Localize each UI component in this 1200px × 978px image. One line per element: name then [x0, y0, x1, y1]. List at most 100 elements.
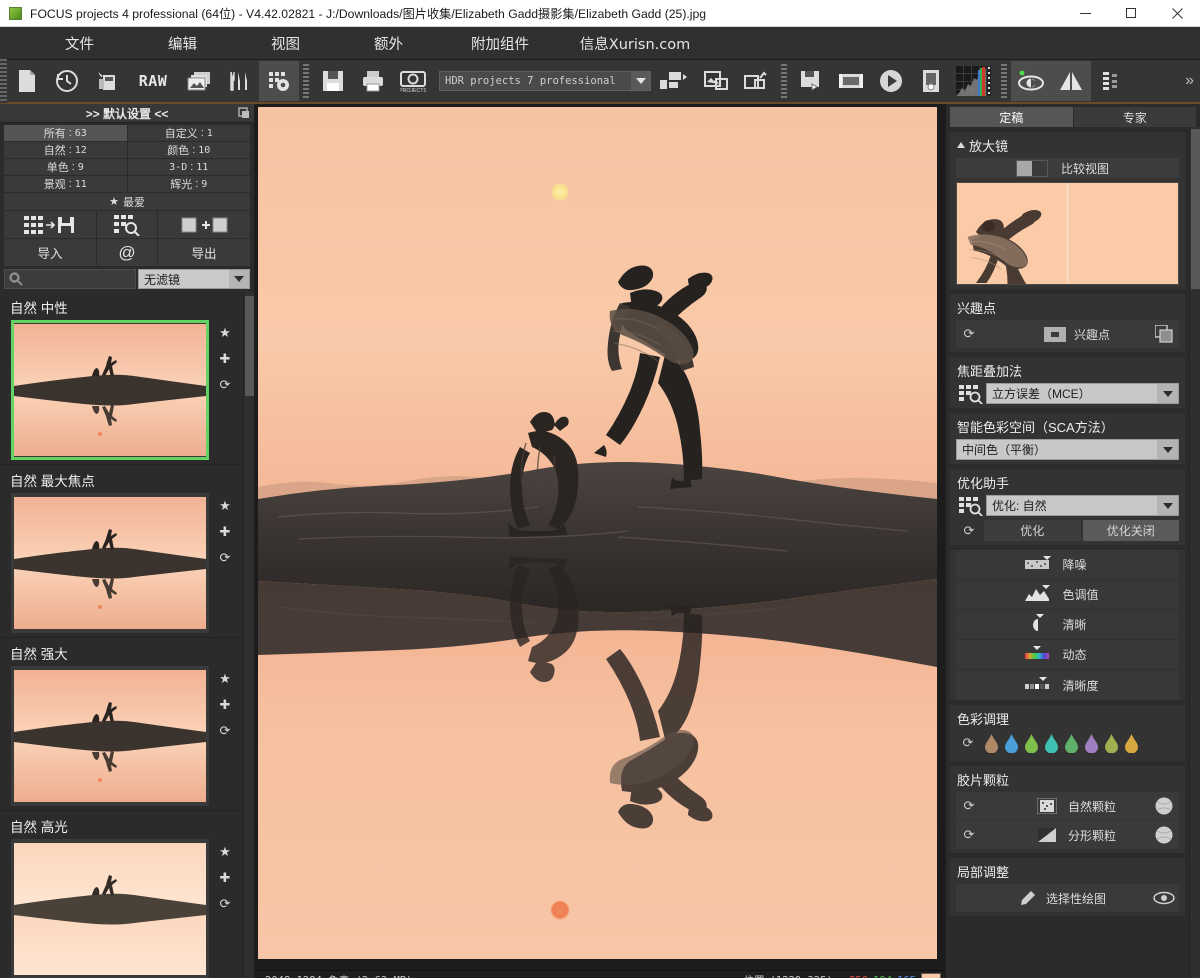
color-drop-7[interactable] — [1103, 733, 1120, 754]
settings-scrollbar[interactable] — [1189, 127, 1200, 978]
raw-button[interactable]: RAW — [127, 61, 179, 101]
menu-extras[interactable]: 额外 — [337, 33, 440, 54]
search-input[interactable] — [4, 269, 136, 289]
batch-dots-button[interactable] — [1091, 61, 1131, 101]
brush-pointer-icon[interactable] — [1014, 889, 1040, 907]
preset-item[interactable]: 自然 强大 ★ ✚ ⟳ — [0, 638, 243, 811]
category-nature[interactable]: 自然: 12 — [4, 142, 127, 158]
refresh-preset-icon[interactable]: ⟳ — [217, 895, 234, 912]
settings-grid-button[interactable] — [259, 61, 299, 101]
magnifier-preview[interactable] — [956, 182, 1179, 285]
preset-thumbnail[interactable] — [11, 666, 209, 806]
preset-thumbnail[interactable] — [11, 320, 209, 460]
preset-item[interactable]: 自然 最大焦点 ★ ✚ ⟳ — [0, 465, 243, 638]
favorite-star-icon[interactable]: ★ — [217, 670, 234, 687]
image-stack-button[interactable] — [179, 61, 219, 101]
focus-stacking-select[interactable]: 立方误差（MCE） — [986, 383, 1179, 404]
favorite-star-icon[interactable]: ★ — [217, 843, 234, 860]
chevron-down-icon[interactable] — [1157, 496, 1178, 515]
preset-thumbnail[interactable] — [11, 839, 209, 978]
duplicate-images-button[interactable] — [697, 61, 737, 101]
import-button[interactable]: 导入 — [4, 239, 96, 266]
history-button[interactable] — [47, 61, 87, 101]
main-photo[interactable] — [258, 107, 937, 959]
reset-icon[interactable]: ⟳ — [956, 735, 980, 751]
color-drop-5[interactable] — [1063, 733, 1080, 754]
combine-presets-button[interactable] — [158, 211, 250, 238]
fractal-grain-row[interactable]: ⟳ 分形颗粒 — [956, 821, 1179, 849]
refresh-preset-icon[interactable]: ⟳ — [217, 376, 234, 393]
favorites-button[interactable]: ★ 最爱 — [4, 193, 250, 210]
effect-tonal-value[interactable]: 色调值 — [956, 580, 1179, 610]
poi-row[interactable]: ⟳ 兴趣点 — [956, 320, 1179, 348]
print-button[interactable] — [353, 61, 393, 101]
add-preset-icon[interactable]: ✚ — [217, 350, 234, 367]
tools-button[interactable] — [219, 61, 259, 101]
effect-denoise[interactable]: 降噪 — [956, 550, 1179, 580]
reset-icon[interactable]: ⟳ — [956, 792, 982, 820]
save-as-button[interactable] — [791, 61, 831, 101]
certificate-button[interactable] — [911, 61, 951, 101]
color-drop-1[interactable] — [983, 733, 1000, 754]
export-button[interactable]: 导出 — [158, 239, 250, 266]
selective-drawing-row[interactable]: 选择性绘图 — [956, 884, 1179, 912]
add-preset-icon[interactable]: ✚ — [217, 869, 234, 886]
category-mono[interactable]: 单色: 9 — [4, 159, 127, 175]
chevron-down-icon[interactable] — [1157, 384, 1178, 403]
minimize-button[interactable] — [1062, 0, 1108, 27]
effect-clarity[interactable]: 清晰 — [956, 610, 1179, 640]
reset-icon[interactable]: ⟳ — [956, 320, 982, 348]
new-document-button[interactable] — [7, 61, 47, 101]
category-glow[interactable]: 辉光: 9 — [127, 176, 250, 192]
save-preset-button[interactable] — [4, 211, 96, 238]
preset-item[interactable]: 自然 高光 ★ ✚ ⟳ — [0, 811, 243, 978]
pin-panel-icon[interactable] — [238, 107, 250, 119]
fractal-icon[interactable] — [1034, 827, 1060, 843]
optimize-on-button[interactable]: 优化 — [984, 520, 1081, 541]
favorite-star-icon[interactable]: ★ — [217, 324, 234, 341]
play-button[interactable] — [871, 61, 911, 101]
compare-split-button[interactable] — [1051, 61, 1091, 101]
eye-icon[interactable] — [1149, 890, 1179, 906]
clipboard-button[interactable] — [87, 61, 127, 101]
rectangle-icon[interactable] — [1042, 326, 1068, 342]
color-drop-3[interactable] — [1023, 733, 1040, 754]
copy-layers-icon[interactable] — [1149, 325, 1179, 343]
collapse-arrow-icon[interactable] — [957, 141, 965, 148]
compare-view-toggle[interactable] — [1016, 159, 1048, 177]
reset-icon[interactable]: ⟳ — [956, 821, 982, 849]
category-color[interactable]: 颜色: 10 — [127, 142, 250, 158]
tab-expert[interactable]: 专家 — [1073, 107, 1196, 127]
category-custom[interactable]: 自定义: 1 — [127, 125, 250, 141]
filter-select[interactable]: 无滤镜 — [138, 269, 250, 289]
chevron-down-icon[interactable] — [1157, 440, 1178, 459]
preview-eye-button[interactable] — [1011, 61, 1051, 101]
browse-presets-button[interactable] — [97, 211, 157, 238]
online-presets-button[interactable]: @ — [97, 239, 157, 266]
reset-icon[interactable]: ⟳ — [956, 523, 982, 539]
color-drop-2[interactable] — [1003, 733, 1020, 754]
canvas-area[interactable] — [255, 104, 945, 970]
sca-select[interactable]: 中间色（平衡） — [956, 439, 1179, 460]
menu-view[interactable]: 视图 — [234, 33, 337, 54]
histogram-button[interactable] — [951, 61, 997, 101]
module-select[interactable]: HDR projects 7 professional — [439, 71, 651, 91]
favorite-star-icon[interactable]: ★ — [217, 497, 234, 514]
color-drop-4[interactable] — [1043, 733, 1060, 754]
sphere-icon[interactable] — [1149, 825, 1179, 845]
effect-dynamic[interactable]: 动态 — [956, 640, 1179, 670]
toolbar-overflow-button[interactable]: » — [1185, 72, 1200, 90]
save-button[interactable] — [313, 61, 353, 101]
optimize-off-button[interactable]: 优化关闭 — [1082, 520, 1179, 541]
grid-search-icon[interactable] — [956, 496, 986, 516]
maximize-button[interactable] — [1108, 0, 1154, 27]
preset-thumbnail[interactable] — [11, 493, 209, 633]
compare-view-row[interactable]: 比较视图 — [956, 158, 1179, 178]
preset-item[interactable]: 自然 中性 ★ ✚ ⟳ — [0, 292, 243, 465]
category-3d[interactable]: 3-D: 11 — [127, 159, 250, 175]
sphere-icon[interactable] — [1149, 796, 1179, 816]
menu-edit[interactable]: 编辑 — [131, 33, 234, 54]
color-drop-8[interactable] — [1123, 733, 1140, 754]
toolbar-grip[interactable] — [0, 59, 7, 103]
effect-sharpness[interactable]: 清晰度 — [956, 670, 1179, 700]
